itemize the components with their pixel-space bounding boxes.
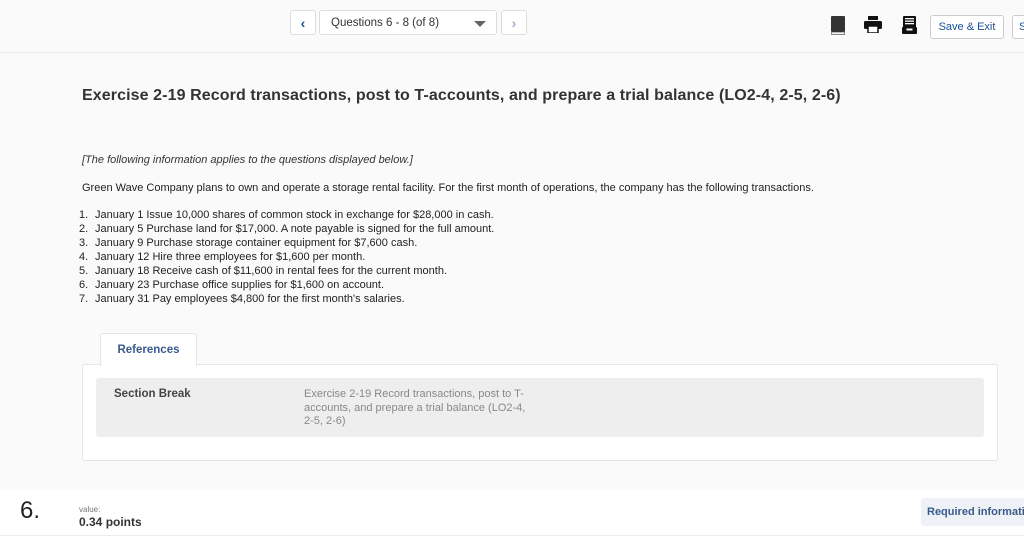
transaction-item: 2. January 5 Purchase land for $17,000. A… [79, 222, 494, 236]
item-number: 2. [79, 223, 89, 235]
question-selector-dropdown[interactable]: Questions 6 - 8 (of 8) [319, 10, 497, 35]
references-tab[interactable]: References [100, 333, 197, 366]
save-exit-button[interactable]: Save & Exit [930, 15, 1004, 39]
transaction-item: 5. January 18 Receive cash of $11,600 in … [79, 264, 494, 278]
required-information-button[interactable]: Required information [921, 498, 1024, 526]
item-number: 4. [79, 251, 89, 263]
points-value: 0.34 points [79, 515, 142, 529]
item-text: January 12 Hire three employees for $1,6… [95, 251, 366, 263]
print-icon [864, 16, 882, 33]
item-number: 6. [79, 279, 89, 291]
item-number: 1. [79, 209, 89, 221]
exercise-description: Green Wave Company plans to own and oper… [82, 182, 814, 194]
book-icon [831, 16, 845, 35]
section-break-row: Section Break Exercise 2-19 Record trans… [96, 378, 984, 437]
item-text: January 5 Purchase land for $17,000. A n… [95, 223, 495, 235]
submit-button[interactable]: S [1012, 15, 1024, 39]
item-text: January 1 Issue 10,000 shares of common … [95, 209, 494, 221]
item-number: 5. [79, 265, 89, 277]
item-text: January 23 Purchase office supplies for … [95, 279, 385, 291]
top-toolbar: ‹ Questions 6 - 8 (of 8) › Save & Exit S [0, 0, 1024, 53]
item-text: January 31 Pay employees $4,800 for the … [95, 293, 405, 305]
section-break-description: Exercise 2-19 Record transactions, post … [304, 388, 526, 427]
transaction-item: 1. January 1 Issue 10,000 shares of commo… [79, 208, 494, 222]
chevron-left-icon: ‹ [300, 14, 306, 31]
transaction-item: 7. January 31 Pay employees $4,800 for th… [79, 292, 494, 306]
question-number: 6. [20, 497, 41, 524]
previous-question-button[interactable]: ‹ [290, 10, 316, 35]
intro-note: [The following information applies to th… [82, 154, 413, 166]
archive-button[interactable] [902, 16, 917, 34]
caret-down-icon [474, 21, 486, 27]
chevron-right-icon: › [511, 14, 517, 31]
section-break-label: Section Break [114, 388, 191, 400]
transaction-item: 6. January 23 Purchase office supplies fo… [79, 278, 494, 292]
item-number: 3. [79, 237, 89, 249]
item-number: 7. [79, 293, 89, 305]
exercise-title: Exercise 2-19 Record transactions, post … [82, 87, 841, 104]
transaction-list: 1. January 1 Issue 10,000 shares of commo… [79, 208, 494, 306]
transaction-item: 4. January 12 Hire three employees for $1… [79, 250, 494, 264]
item-text: January 9 Purchase storage container equ… [95, 237, 418, 249]
archive-icon [902, 16, 917, 34]
question-footer [0, 490, 1024, 536]
transaction-item: 3. January 9 Purchase storage container e… [79, 236, 494, 250]
print-button[interactable] [864, 16, 882, 33]
question-selector-label: Questions 6 - 8 (of 8) [331, 16, 440, 29]
item-text: January 18 Receive cash of $11,600 in re… [95, 265, 447, 277]
value-label: value: [79, 505, 101, 514]
ebook-button[interactable] [830, 16, 846, 35]
next-question-button[interactable]: › [501, 10, 527, 35]
